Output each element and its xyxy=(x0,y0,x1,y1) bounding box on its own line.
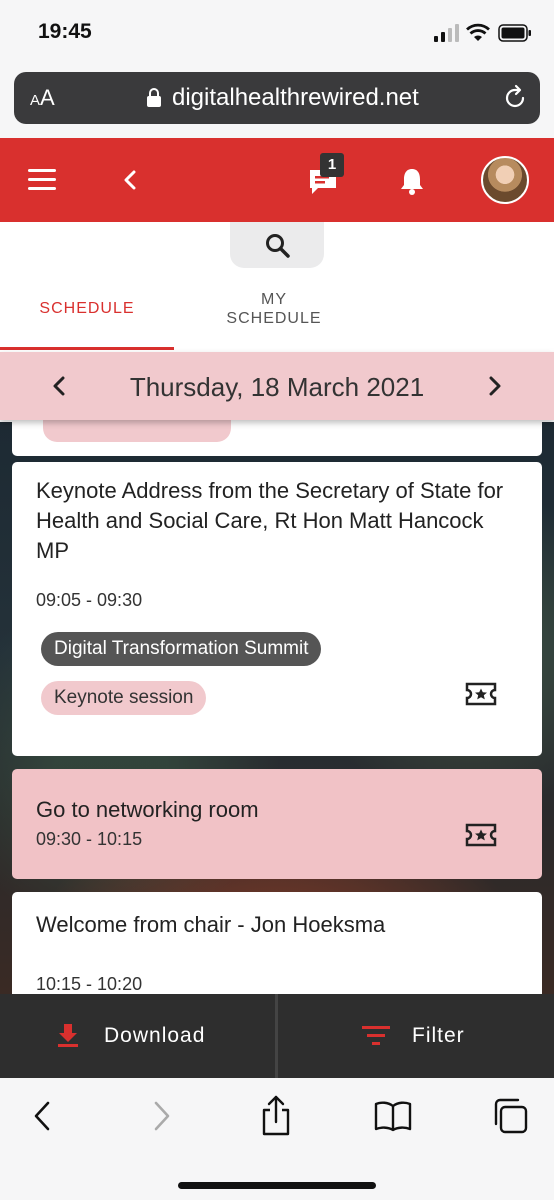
tab-my-schedule[interactable]: MY SCHEDULE xyxy=(174,282,374,350)
filter-label: Filter xyxy=(412,1024,465,1047)
session-time: 09:30 - 10:15 xyxy=(36,829,143,849)
session-time: 09:05 - 09:30 xyxy=(36,590,143,610)
cellular-signal-icon xyxy=(434,24,459,42)
schedule-content: SCHEDULE MY SCHEDULE Thursday, 18 March … xyxy=(0,222,554,994)
next-day-icon[interactable] xyxy=(486,374,504,398)
search-button[interactable] xyxy=(230,222,324,268)
session-card[interactable]: Go to networking room 09:30 - 10:15 xyxy=(12,769,542,879)
home-indicator xyxy=(178,1182,376,1189)
session-card[interactable]: Keynote Address from the Secretary of St… xyxy=(12,462,542,756)
tab-schedule[interactable]: SCHEDULE xyxy=(0,282,174,350)
browser-toolbar xyxy=(0,1078,554,1200)
download-label: Download xyxy=(104,1024,206,1047)
address-bar[interactable]: AA digitalhealthrewired.net xyxy=(14,72,540,124)
battery-icon xyxy=(498,24,531,42)
reload-icon[interactable] xyxy=(501,84,529,112)
search-icon xyxy=(266,234,290,258)
tag-pill-partial xyxy=(43,420,231,442)
date-navigator: Thursday, 18 March 2021 xyxy=(0,352,554,420)
share-icon[interactable] xyxy=(260,1094,292,1136)
message-count-badge: 1 xyxy=(320,153,344,177)
browser-back-icon[interactable] xyxy=(32,1100,52,1132)
filter-icon xyxy=(362,1026,390,1045)
ticket-icon[interactable] xyxy=(465,682,497,706)
status-bar: 19:45 xyxy=(0,0,554,64)
text-size-button[interactable]: AA xyxy=(30,85,55,111)
action-bar: Download Filter xyxy=(0,994,554,1078)
download-icon xyxy=(58,1024,78,1047)
wifi-icon xyxy=(466,23,490,41)
session-time: 10:15 - 10:20 xyxy=(36,974,143,994)
tab-schedule-label: SCHEDULE xyxy=(39,300,135,317)
session-card[interactable]: Welcome from chair - Jon Hoeksma 10:15 -… xyxy=(12,892,542,994)
bookmarks-icon[interactable] xyxy=(374,1100,412,1132)
divider xyxy=(275,994,278,1078)
back-icon[interactable] xyxy=(118,166,142,194)
status-time: 19:45 xyxy=(38,20,92,43)
session-type-tag[interactable]: Keynote session xyxy=(41,681,207,715)
ticket-icon[interactable] xyxy=(465,823,497,847)
tab-my-schedule-label-line2: SCHEDULE xyxy=(226,310,322,327)
session-title: Keynote Address from the Secretary of St… xyxy=(36,478,504,563)
bell-icon[interactable] xyxy=(398,166,426,196)
session-title: Welcome from chair - Jon Hoeksma xyxy=(36,912,386,937)
hamburger-icon[interactable] xyxy=(28,168,58,190)
lock-icon xyxy=(147,88,161,107)
url-text[interactable]: digitalhealthrewired.net xyxy=(172,84,419,112)
current-date: Thursday, 18 March 2021 xyxy=(129,372,425,402)
tabs-icon[interactable] xyxy=(492,1098,528,1134)
user-avatar[interactable] xyxy=(481,156,529,204)
app-header xyxy=(0,138,554,222)
track-tag[interactable]: Digital Transformation Summit xyxy=(41,632,322,666)
browser-forward-icon[interactable] xyxy=(152,1100,172,1132)
tab-my-schedule-label-line1: MY xyxy=(261,291,287,308)
session-title: Go to networking room xyxy=(36,797,259,822)
